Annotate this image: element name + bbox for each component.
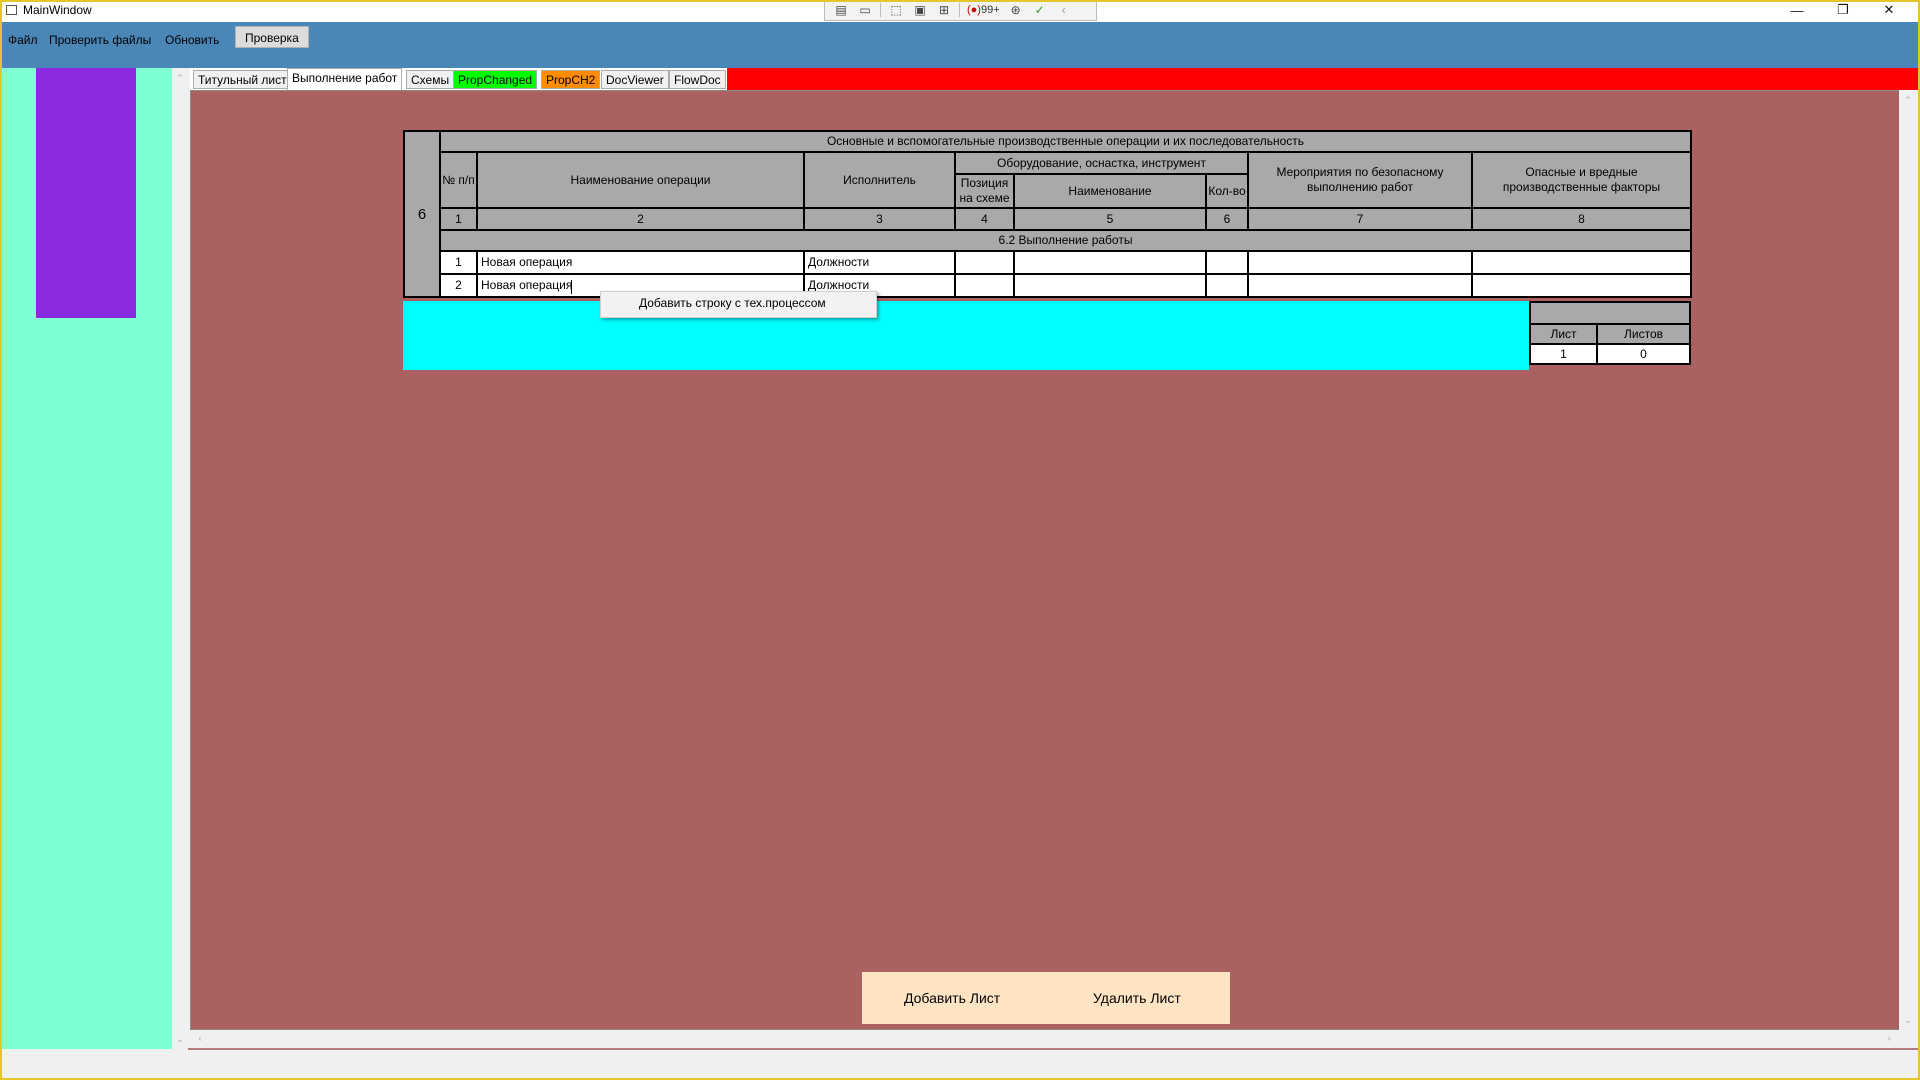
column-number: 2 xyxy=(476,207,805,231)
row-hazards-cell[interactable] xyxy=(1471,250,1692,275)
accessibility-icon[interactable]: ⊛ xyxy=(1004,2,1028,18)
subsection-title: 6.2 Выполнение работы xyxy=(439,229,1692,252)
scroll-up-icon[interactable]: ⌃ xyxy=(172,70,188,86)
menu-file[interactable]: Файл xyxy=(2,29,44,51)
row-name-cell[interactable] xyxy=(1013,273,1207,298)
column-number: 6 xyxy=(1205,207,1249,231)
column-number: 8 xyxy=(1471,207,1692,231)
vertical-scrollbar[interactable]: ⌃ ⌄ xyxy=(1899,90,1918,1030)
checkmark-icon[interactable]: ✓ xyxy=(1028,2,1052,18)
header-operation: Наименование операции xyxy=(476,151,805,209)
row-name-cell[interactable] xyxy=(1013,250,1207,275)
left-scrollbar[interactable]: ⌃ ⌄ xyxy=(172,68,188,1049)
tab-flowdoc[interactable]: FlowDoc xyxy=(669,70,726,89)
window-title: MainWindow xyxy=(23,3,92,17)
row-position-cell[interactable] xyxy=(954,250,1015,275)
header-safety: Мероприятия по безопасному выполнению ра… xyxy=(1247,151,1473,209)
row-position-cell[interactable] xyxy=(954,273,1015,298)
menu-refresh[interactable]: Обновить xyxy=(159,29,225,51)
tab-propchanged[interactable]: PropChanged xyxy=(453,70,538,89)
app-icon xyxy=(6,5,17,15)
cyan-footer-block xyxy=(403,301,1529,370)
horizontal-scrollbar[interactable]: ‹ › xyxy=(190,1030,1899,1047)
select-element-icon[interactable]: ⬚ xyxy=(884,2,908,18)
restore-icon[interactable]: ❐ xyxy=(1820,0,1866,20)
tab-docviewer[interactable]: DocViewer xyxy=(601,70,669,89)
tab-title-sheet[interactable]: Титульный лист xyxy=(193,70,292,89)
row-qty-cell[interactable] xyxy=(1205,250,1249,275)
operations-table: 6 Основные и вспомогательные производств… xyxy=(403,130,1692,298)
sheets-value: 0 xyxy=(1596,343,1691,365)
tab-work-execution[interactable]: Выполнение работ xyxy=(287,68,403,90)
sheet-box: Лист Листов 1 0 xyxy=(1529,301,1691,365)
column-number: 7 xyxy=(1247,207,1473,231)
delete-sheet-button[interactable]: Удалить Лист xyxy=(1093,990,1181,1006)
header-position: Позиция на схеме xyxy=(954,173,1015,209)
header-equipment-group: Оборудование, оснастка, инструмент xyxy=(954,151,1249,175)
camera-icon[interactable]: ▭ xyxy=(853,2,877,18)
row-num: 1 xyxy=(439,250,478,275)
row-safety-cell[interactable] xyxy=(1247,250,1473,275)
menu-check-files[interactable]: Проверить файлы xyxy=(43,29,157,51)
status-bar xyxy=(2,1050,1918,1078)
binding-failures-count[interactable]: (●)99+ xyxy=(967,4,1000,16)
row-qty-cell[interactable] xyxy=(1205,273,1249,298)
section-number: 6 xyxy=(403,130,441,298)
header-qty: Кол-во xyxy=(1205,173,1249,209)
row-safety-cell[interactable] xyxy=(1247,273,1473,298)
sheet-label: Лист xyxy=(1529,323,1598,345)
header-num: № п/п xyxy=(439,151,478,209)
column-number: 1 xyxy=(439,207,478,231)
header-name: Наименование xyxy=(1013,173,1207,209)
live-tree-icon[interactable]: ▤ xyxy=(829,2,853,18)
purple-block xyxy=(36,68,136,318)
text-caret xyxy=(571,280,572,294)
menu-verify-button[interactable]: Проверка xyxy=(235,26,309,48)
header-executor: Исполнитель xyxy=(803,151,956,209)
scroll-down-icon[interactable]: ⌄ xyxy=(172,1031,188,1047)
row-executor-cell[interactable]: Должности xyxy=(803,250,956,275)
debug-toolbar: ▤ ▭ ⬚ ▣ ⊞ (●)99+ ⊛ ✓ ‹ xyxy=(824,0,1097,21)
header-hazards: Опасные и вредные производственные факто… xyxy=(1471,151,1692,209)
column-number: 5 xyxy=(1013,207,1207,231)
scroll-left-icon[interactable]: ‹ xyxy=(192,1030,208,1046)
scroll-down-icon[interactable]: ⌄ xyxy=(1900,1012,1916,1028)
add-sheet-button[interactable]: Добавить Лист xyxy=(904,990,1000,1006)
scroll-right-icon[interactable]: › xyxy=(1881,1030,1897,1046)
collapse-chevron-icon[interactable]: ‹ xyxy=(1052,2,1076,18)
record-icon: (●) xyxy=(967,4,981,16)
close-icon[interactable]: ✕ xyxy=(1866,0,1912,20)
sheet-value: 1 xyxy=(1529,343,1598,365)
sheet-box-header xyxy=(1529,301,1691,325)
tab-schemes[interactable]: Схемы xyxy=(406,70,455,89)
row-num: 2 xyxy=(439,273,478,298)
context-menu-item-add-row[interactable]: Добавить строку с тех.процессом xyxy=(639,296,826,310)
count-label: 99+ xyxy=(980,4,1000,16)
minimize-icon[interactable]: — xyxy=(1774,0,1820,20)
scroll-up-icon[interactable]: ⌃ xyxy=(1900,92,1916,108)
display-adorners-icon[interactable]: ▣ xyxy=(908,2,932,18)
track-focus-icon[interactable]: ⊞ xyxy=(932,2,956,18)
row-operation-cell[interactable]: Новая операция xyxy=(476,250,805,275)
window-controls: — ❐ ✕ xyxy=(1774,0,1912,20)
sheets-label: Листов xyxy=(1596,323,1691,345)
column-number: 4 xyxy=(954,207,1015,231)
column-number: 3 xyxy=(803,207,956,231)
row-hazards-cell[interactable] xyxy=(1471,273,1692,298)
tab-propch2[interactable]: PropCH2 xyxy=(541,70,601,89)
table-row: 2 Новая операция Должности xyxy=(404,273,1692,298)
table-title: Основные и вспомогательные производствен… xyxy=(439,130,1692,153)
table-row: 1 Новая операция Должности xyxy=(404,250,1692,275)
